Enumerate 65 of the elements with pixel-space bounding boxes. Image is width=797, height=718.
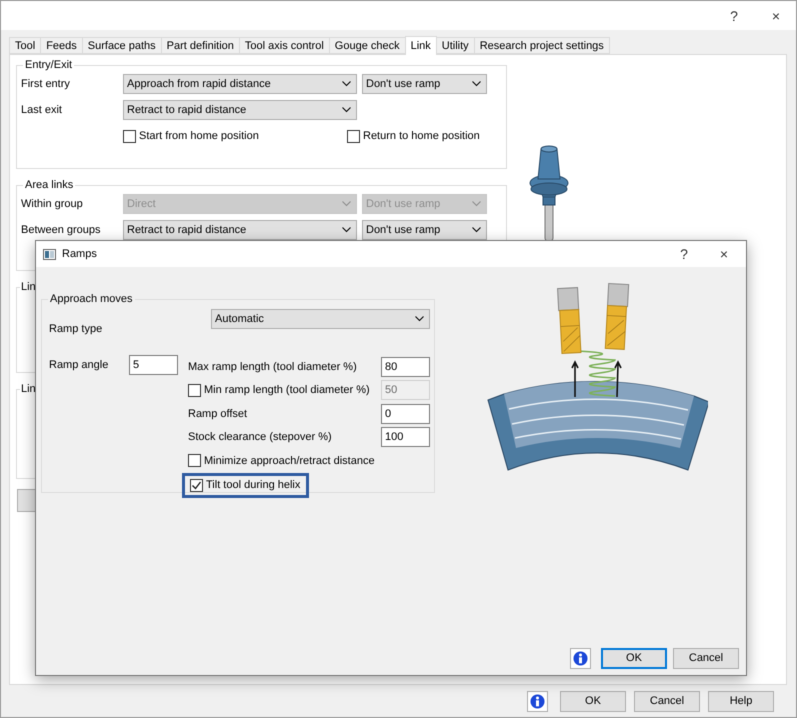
checkbox-label: Return to home position [363,130,480,142]
tab[interactable]: Tool axis control [238,37,330,54]
dropdown[interactable]: Retract to rapid distance [123,220,357,240]
input-field[interactable]: 80 [381,356,430,377]
help-button[interactable]: ? [676,246,692,262]
field-label: Ramp angle [49,359,110,371]
field-label: Within group [21,198,84,210]
chevron-icon [472,227,481,233]
input-field[interactable]: 100 [381,427,430,448]
tab[interactable]: Link [404,36,437,55]
tab[interactable]: Part definition [160,37,240,54]
tab[interactable]: Research project settings [474,37,610,54]
dialog-button[interactable]: OK [601,648,667,668]
checkbox-label: Min ramp length (tool diameter %) [204,384,370,396]
dropdown[interactable]: Don't use ramp [362,220,487,240]
tab[interactable]: Gouge check [328,37,406,54]
field-label: Between groups [21,224,102,236]
checkbox[interactable] [123,130,136,142]
dropdown[interactable]: Don't use ramp [362,74,487,94]
chevron-icon [342,81,351,87]
info-icon [530,694,545,708]
field-label: Max ramp length (tool diameter %) [188,360,358,373]
field-label: Ramp offset [188,408,248,420]
tab[interactable]: Utility [436,37,475,54]
tab[interactable]: Tool [9,37,42,54]
field-label: Ramp type [49,323,104,335]
dialog-button[interactable]: Help [708,690,774,712]
chevron-icon [472,201,481,207]
dropdown[interactable]: Approach from rapid distance [123,74,357,94]
field-label: Stock clearance (stepover %) [188,431,333,444]
close-button[interactable]: × [768,8,784,24]
group-title: Entry/Exit [24,59,74,71]
chevron-icon [342,201,351,207]
info-button[interactable] [570,648,591,668]
dialog-button[interactable]: Cancel [673,648,739,668]
checkbox-label: Tilt tool during helix [206,479,300,491]
dropdown[interactable]: Automatic [211,309,430,329]
field-label: Last exit [21,104,63,116]
group-title: Area links [24,179,74,191]
chevron-icon [472,81,481,87]
window-icon [43,248,56,260]
tab[interactable]: Feeds [40,37,83,54]
checkbox-label: Minimize approach/retract distance [204,454,375,467]
checkbox[interactable] [347,130,360,142]
dropdown[interactable]: Retract to rapid distance [123,100,357,120]
chevron-icon [415,316,424,322]
checkbox[interactable] [190,478,203,492]
dialog-title: Ramps [62,248,98,260]
group-title: Lin [20,281,37,293]
info-button[interactable] [527,690,548,712]
help-button[interactable]: ? [726,8,742,24]
info-icon [573,650,588,666]
chevron-icon [342,107,351,113]
close-button[interactable]: × [716,246,732,262]
checkbox-label: Start from home position [139,130,259,142]
input-field[interactable]: 5 [129,355,178,375]
group-title: Lin [20,383,37,395]
field-label: First entry [21,78,71,90]
input-field[interactable]: 0 [381,404,430,424]
checkbox[interactable] [188,454,201,468]
dialog-button[interactable]: OK [560,690,626,712]
group-title: Approach moves [49,293,134,305]
tab[interactable]: Surface paths [82,37,162,54]
chevron-icon [342,227,351,233]
dialog-button[interactable]: Cancel [634,690,700,712]
